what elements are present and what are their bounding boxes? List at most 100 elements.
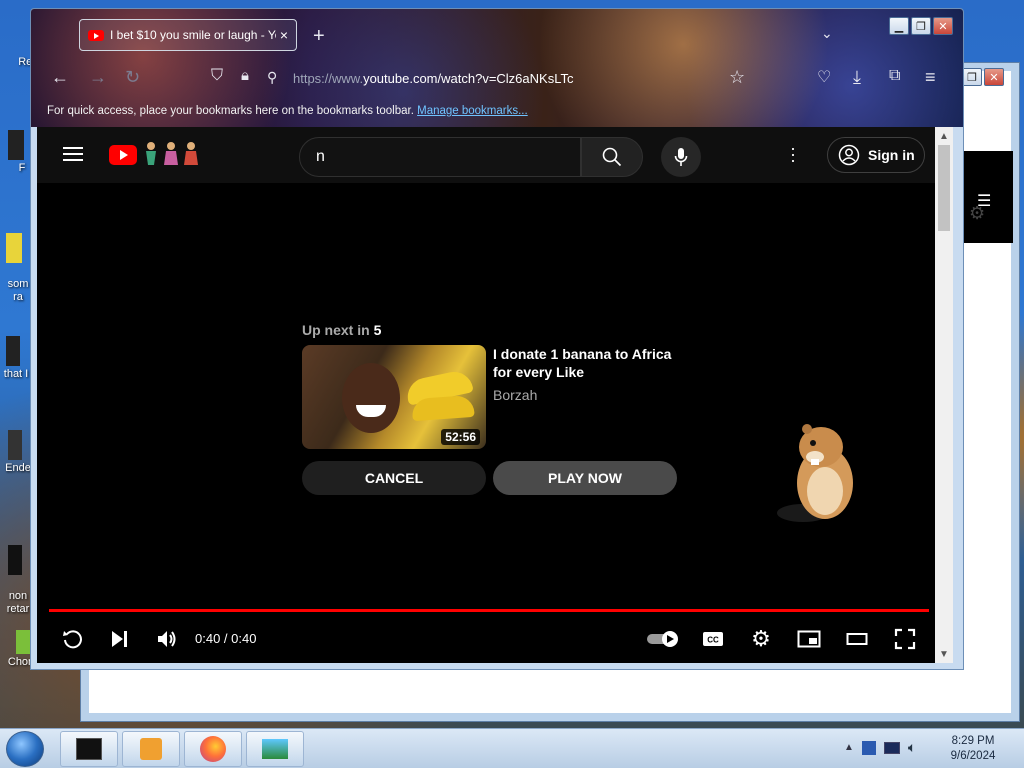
autoplay-toggle-icon [647,631,678,647]
next-video-thumbnail[interactable]: 52:56 [302,345,486,449]
captions-icon: CC [703,632,723,646]
clock-time: 8:29 PM [951,735,995,747]
taskbar-app-explorer[interactable] [246,731,304,767]
download-icon[interactable]: ⤓ [853,67,861,88]
star-icon[interactable]: ☆ [729,67,745,88]
pocket-icon[interactable]: ♡ [817,67,831,87]
settings-button[interactable]: ⚙ [747,626,775,651]
hamster-sticker-icon [777,424,853,522]
fullscreen-button[interactable] [891,627,919,651]
taskbar-app-media[interactable] [122,731,180,767]
progress-bar[interactable] [49,609,929,612]
cancel-button[interactable]: CANCEL [302,461,486,495]
gear-icon[interactable]: ⚙ [969,203,985,224]
taskbar-clock[interactable]: 8:29 PM 9/6/2024 [940,734,1006,764]
scroll-thumb[interactable] [938,145,950,231]
replay-icon [63,630,82,649]
app-icon [8,430,22,460]
restore-button[interactable]: ❐ [962,68,982,86]
scroll-down-icon[interactable]: ▼ [939,649,949,660]
up-next-prefix: Up next in [302,322,370,338]
file-icon [8,130,24,160]
file-icon [6,336,20,366]
svg-text:CC: CC [707,636,719,645]
search-input[interactable]: n [299,137,581,177]
lock-icon[interactable]: 🔒︎ [241,67,249,84]
back-icon[interactable]: ← [51,67,69,88]
close-button[interactable]: ✕ [984,68,1004,86]
video-duration: 52:56 [441,429,480,445]
app-menu-icon[interactable]: ≡ [925,67,936,88]
sign-in-label: Sign in [868,147,915,163]
replay-button[interactable] [59,627,87,651]
minimize-button[interactable]: ▁ [889,17,909,35]
close-button[interactable]: ✕ [933,17,953,35]
background-window-controls: ❐ ✕ [962,68,1004,86]
play-now-button[interactable]: PLAY NOW [493,461,677,495]
gear-icon: ⚙ [751,626,771,651]
up-next-count: 5 [373,322,382,338]
taskbar: ▲ 🔈︎ 8:29 PM 9/6/2024 [0,728,1024,768]
desktop-icon-label: Ende [5,462,31,474]
menu-icon[interactable] [63,147,83,161]
maximize-button[interactable]: ❐ [911,17,931,35]
tab-close-icon[interactable]: × [280,27,288,43]
manage-bookmarks-link[interactable]: Manage bookmarks... [417,105,528,117]
bookmarks-hint: For quick access, place your bookmarks h… [47,105,414,117]
page-scrollbar[interactable]: ▲ ▼ [935,127,953,663]
browser-tab[interactable]: I bet $10 you smile or laugh - Yo × [79,19,297,51]
taskbar-app-firefox[interactable] [184,731,242,767]
next-button[interactable] [105,627,133,651]
fullscreen-icon [894,628,916,650]
volume-button[interactable] [153,627,181,651]
youtube-logo-icon[interactable] [109,145,137,165]
voice-search-button[interactable] [661,137,701,177]
extensions-icon[interactable]: ⧉ [889,67,900,85]
skip-next-icon [112,631,127,647]
up-next-label: Up next in 5 [302,322,381,338]
desktop-icon-label: F [18,162,26,174]
search-value: n [316,148,325,165]
url-input[interactable]: https://www.youtube.com/watch?v=Clz6aNKs… [293,71,573,86]
theater-mode-button[interactable] [843,627,871,651]
scroll-up-icon[interactable]: ▲ [939,131,949,142]
display-tray-icon[interactable] [883,741,900,754]
volume-tray-icon[interactable]: 🔈︎ [908,739,916,756]
doodle-icon[interactable] [143,141,201,167]
tray-expand-icon[interactable]: ▲ [844,742,854,753]
explorer-icon [262,739,288,759]
taskbar-app-window[interactable] [60,731,118,767]
tab-title: I bet $10 you smile or laugh - Yo [110,28,276,42]
search-button[interactable] [581,137,643,177]
app-window-icon [76,738,102,760]
desktop-icon-label: that I [3,368,29,380]
bookmarks-toolbar: For quick access, place your bookmarks h… [47,105,528,117]
url-prefix: https://www. [293,71,364,86]
reload-icon[interactable]: ↻ [125,67,140,88]
system-tray: ▲ 🔈︎ [844,739,916,756]
browser-window: I bet $10 you smile or laugh - Yo × + ⌄ … [30,8,964,670]
more-options-icon[interactable]: · · · [789,139,797,169]
youtube-favicon-icon [88,29,104,41]
background-window-panel: ☰ [961,151,1013,243]
forward-icon[interactable]: → [89,67,107,88]
browser-toolbar-area: I bet $10 you smile or laugh - Yo × + ⌄ … [31,9,963,127]
shield-icon[interactable]: ⛉ [211,67,223,85]
network-tray-icon[interactable] [861,740,876,755]
next-video-channel[interactable]: Borzah [493,387,537,403]
window-controls: ▁ ❐ ✕ [889,17,953,35]
new-tab-icon[interactable]: + [313,25,325,48]
search-icon [602,147,622,167]
chevron-down-icon[interactable]: ⌄ [821,25,833,42]
time-display: 0:40 / 0:40 [195,631,257,646]
permissions-icon[interactable]: ⚲ [267,69,277,86]
youtube-header: n · · · Sign in [37,127,941,183]
next-video-title[interactable]: I donate 1 banana to Africa for every Li… [493,345,673,381]
start-button[interactable] [6,731,44,767]
autoplay-toggle[interactable] [645,627,681,651]
miniplayer-button[interactable] [795,627,823,651]
sign-in-button[interactable]: Sign in [827,137,925,173]
theater-icon [846,633,868,645]
captions-button[interactable]: CC [699,627,727,651]
media-player-icon [140,738,162,760]
